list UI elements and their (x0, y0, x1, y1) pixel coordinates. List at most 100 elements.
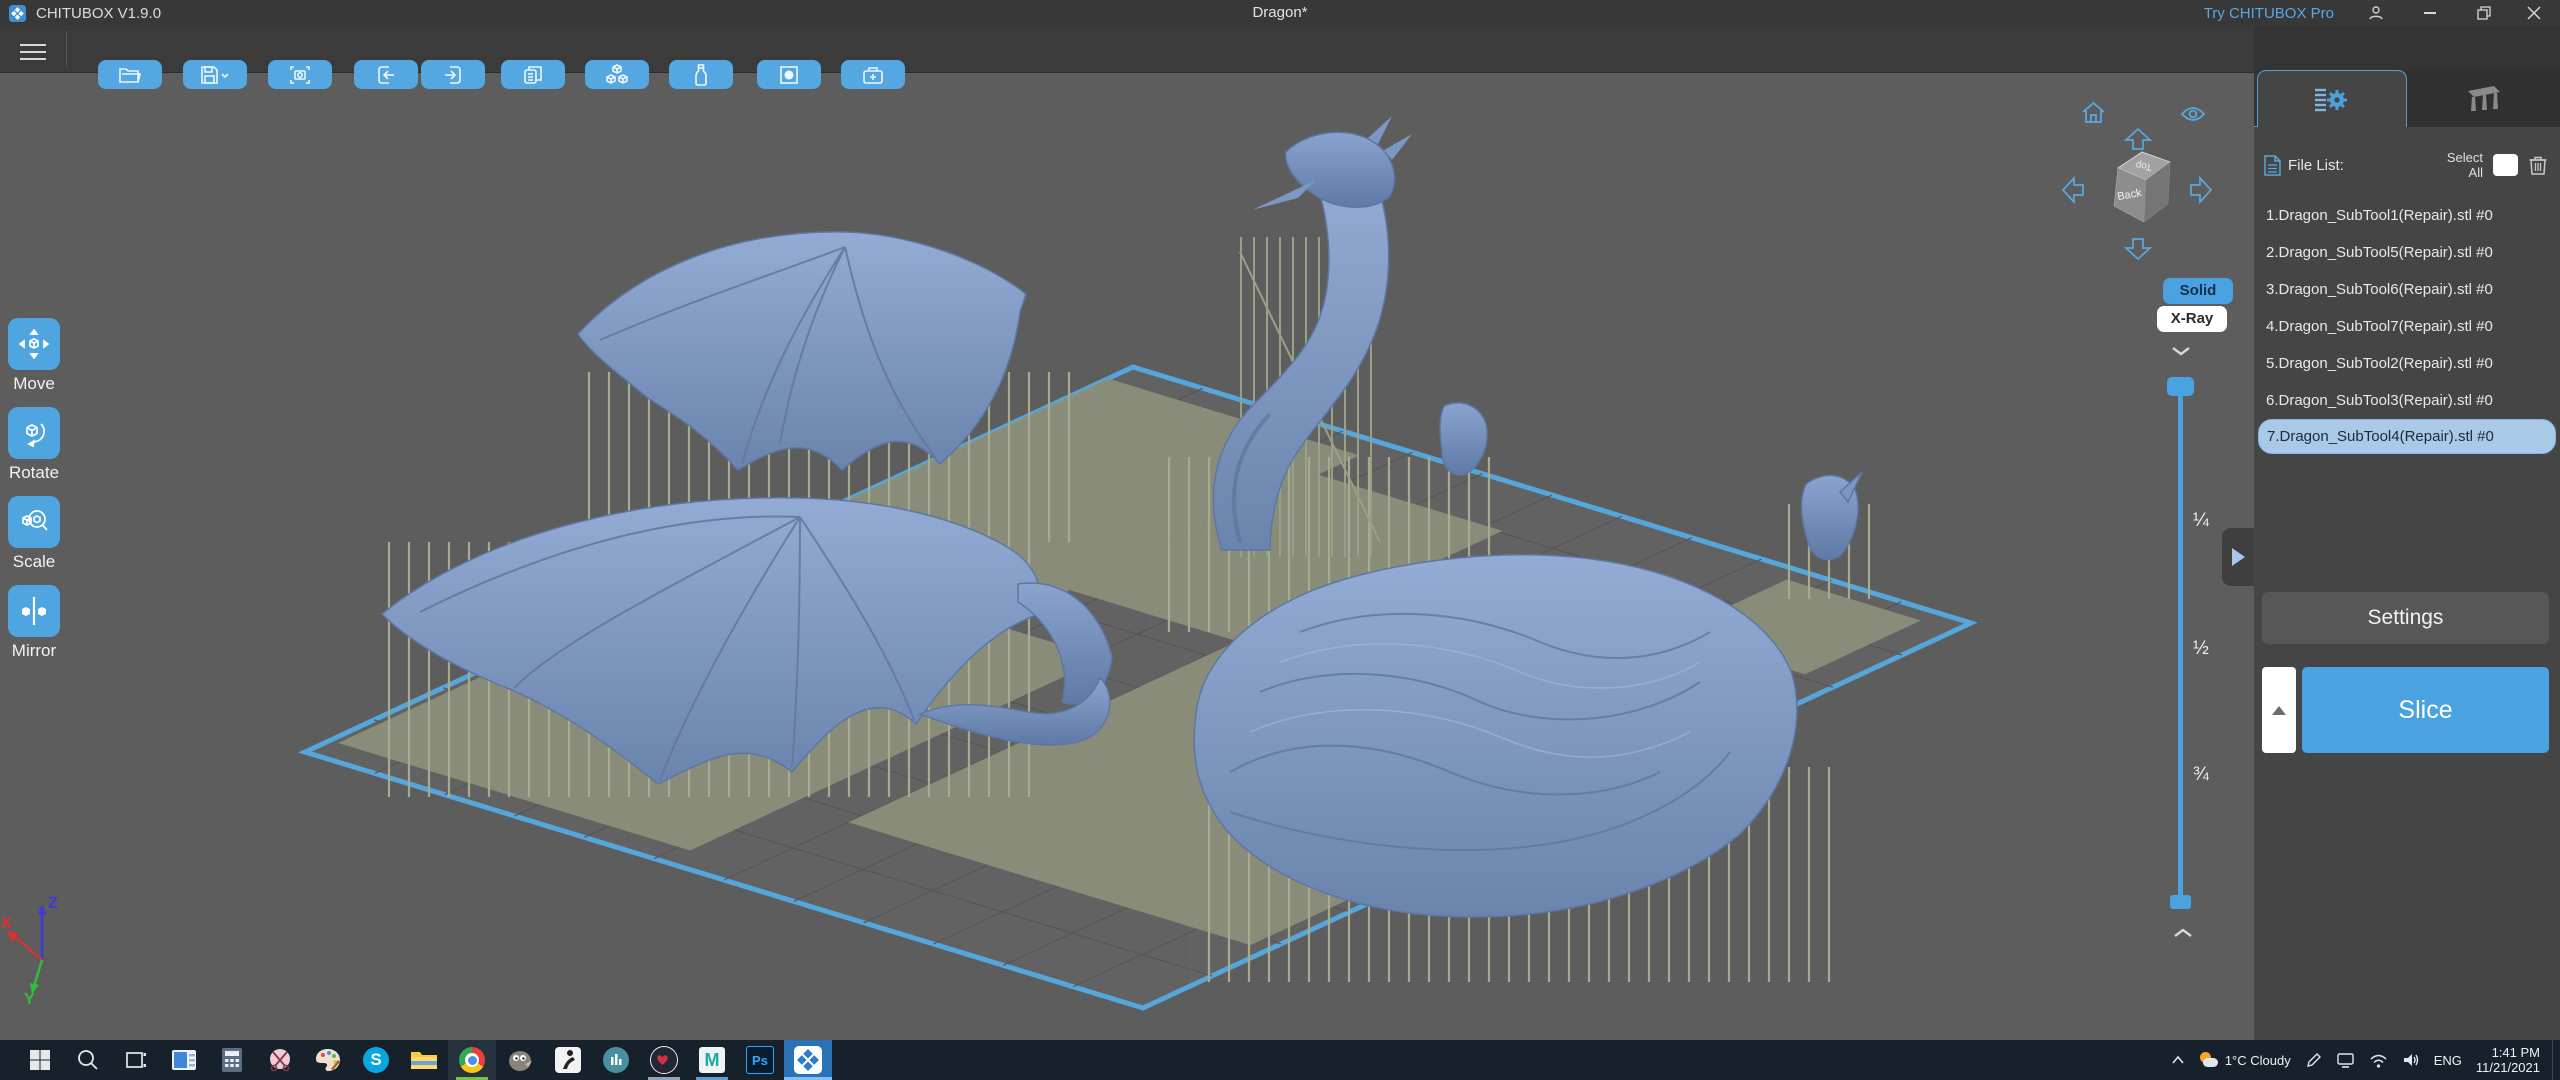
slider-step-up-button[interactable] (2172, 926, 2194, 944)
taskbar-maya-app[interactable]: M (688, 1040, 736, 1080)
tray-time-label: 1:41 PM (2491, 1045, 2540, 1060)
toolbar-export-button[interactable] (421, 60, 485, 89)
toolbar-arrange-button[interactable] (585, 60, 649, 89)
tray-clock[interactable]: 1:41 PM 11/21/2021 (2476, 1045, 2540, 1075)
home-icon (2082, 101, 2105, 123)
delete-files-button[interactable] (2528, 154, 2548, 176)
toolbar-import-button[interactable] (354, 60, 418, 89)
viewport-3d-scene[interactable] (0, 72, 2254, 1040)
tab-support[interactable] (2406, 71, 2560, 127)
tray-network-icon-button[interactable] (2336, 1052, 2355, 1068)
menu-button[interactable] (20, 39, 46, 60)
panel-collapse-button[interactable] (2222, 528, 2254, 586)
close-button[interactable] (2514, 0, 2554, 26)
restore-button[interactable] (2464, 0, 2504, 26)
taskbar-search-button[interactable] (64, 1040, 112, 1080)
minimize-icon (2424, 12, 2436, 14)
select-all-checkbox[interactable] (2493, 154, 2518, 176)
tab-file-settings[interactable] (2257, 70, 2407, 127)
rotate-tool-button[interactable] (8, 407, 60, 459)
tray-expand-button[interactable] (2171, 1055, 2185, 1065)
taskbar-gimp-app[interactable] (496, 1040, 544, 1080)
transform-toolbar: Move Rotate Scale Mirror (6, 318, 62, 674)
tray-language[interactable]: ENG (2434, 1053, 2462, 1068)
try-pro-link[interactable]: Try CHITUBOX Pro (2204, 5, 2334, 22)
arrow-in-icon (378, 65, 394, 84)
chitubox-taskbar-icon (794, 1046, 822, 1074)
toolbar-open-file-button[interactable] (98, 60, 162, 89)
taskbar-music-app[interactable] (592, 1040, 640, 1080)
titlebar: CHITUBOX V1.9.0 Dragon* Try CHITUBOX Pro (0, 0, 2560, 26)
taskbar-photoshop-app[interactable]: Ps (736, 1040, 784, 1080)
minimize-button[interactable] (2410, 0, 2450, 26)
toolbar-hole-button[interactable] (757, 60, 821, 89)
slice-button[interactable]: Slice (2302, 667, 2549, 753)
music-app-icon (603, 1047, 629, 1073)
tray-pen-icon-button[interactable] (2305, 1052, 2322, 1069)
taskbar-photos-app[interactable] (160, 1040, 208, 1080)
taskbar-calculator-app[interactable] (208, 1040, 256, 1080)
task-view-button[interactable] (112, 1040, 160, 1080)
rotate-view-right-button[interactable] (2188, 172, 2214, 213)
height-slider-track[interactable] (2178, 392, 2183, 902)
arrow-out-icon (445, 65, 461, 84)
taskbar-paint-app[interactable] (304, 1040, 352, 1080)
slice-options-button[interactable] (2262, 667, 2296, 753)
taskbar-medibang-app[interactable] (640, 1040, 688, 1080)
scale-tool-button[interactable] (8, 496, 60, 548)
taskbar-snipping-app[interactable] (256, 1040, 304, 1080)
search-icon (78, 1050, 98, 1070)
home-view-button[interactable] (2080, 100, 2107, 130)
chevron-right-icon (2231, 548, 2245, 566)
weather-text: 1°C Cloudy (2224, 1052, 2291, 1068)
taskbar-skype-app[interactable]: S (352, 1040, 400, 1080)
file-list-item[interactable]: 3.Dragon_SubTool6(Repair).stl #0 (2254, 271, 2560, 308)
calculator-icon (222, 1048, 242, 1072)
taskbar-chrome-app[interactable] (448, 1040, 496, 1080)
rotate-view-down-button[interactable] (2120, 236, 2156, 267)
wifi-icon (2370, 1054, 2387, 1068)
user-account-button[interactable] (2356, 0, 2396, 26)
maya-icon: M (699, 1047, 725, 1073)
start-button[interactable] (16, 1040, 64, 1080)
toolbar-snapshot-button[interactable] (268, 60, 332, 89)
view-cube-top-label: Top (2135, 159, 2153, 172)
toolbar-separator (66, 31, 67, 67)
mirror-tool-button[interactable] (8, 585, 60, 637)
move-tool-label: Move (13, 374, 55, 393)
move-tool-button[interactable] (8, 318, 60, 370)
file-list-item-selected[interactable]: 7.Dragon_SubTool4(Repair).stl #0 (2258, 419, 2556, 454)
tray-volume-icon-button[interactable] (2402, 1052, 2420, 1068)
tray-weather[interactable]: 1°C Cloudy (2199, 1051, 2291, 1069)
chitubox-logo-icon (9, 4, 26, 22)
eye-icon (2180, 107, 2206, 121)
photoshop-icon: Ps (746, 1046, 774, 1074)
file-list-item[interactable]: 2.Dragon_SubTool5(Repair).stl #0 (2254, 234, 2560, 271)
toolbar-toolbox-button[interactable] (841, 60, 905, 89)
slider-mark-three-quarter: ¾ (2193, 764, 2209, 785)
xray-mode-button[interactable]: X-Ray (2157, 306, 2227, 332)
file-list-item[interactable]: 5.Dragon_SubTool2(Repair).stl #0 (2254, 345, 2560, 382)
taskbar-zbrush-app[interactable] (544, 1040, 592, 1080)
taskbar-chitubox-app[interactable] (784, 1040, 832, 1080)
toolbar-resin-button[interactable] (669, 60, 733, 89)
document-title: Dragon* (1252, 4, 1308, 21)
rotate-view-left-button[interactable] (2060, 172, 2086, 213)
show-desktop-button[interactable] (2552, 1040, 2560, 1080)
solid-mode-button[interactable]: Solid (2163, 278, 2233, 304)
skype-icon: S (363, 1047, 389, 1073)
toolbar-copy-button[interactable] (501, 60, 565, 89)
slider-step-down-button[interactable] (2170, 344, 2192, 362)
settings-button[interactable]: Settings (2262, 592, 2549, 644)
rotate-tool-label: Rotate (8, 463, 60, 482)
gimp-icon (509, 1051, 532, 1071)
height-slider-bottom-handle[interactable] (2170, 895, 2191, 909)
perspective-toggle-button[interactable] (2180, 105, 2206, 128)
taskbar-file-explorer[interactable] (400, 1040, 448, 1080)
view-cube[interactable]: Top Back (2100, 146, 2180, 231)
file-list-item[interactable]: 6.Dragon_SubTool3(Repair).stl #0 (2254, 382, 2560, 419)
file-list-item[interactable]: 4.Dragon_SubTool7(Repair).stl #0 (2254, 308, 2560, 345)
toolbar-save-button[interactable] (183, 60, 247, 89)
tray-wifi-icon-button[interactable] (2369, 1053, 2388, 1068)
file-list-item[interactable]: 1.Dragon_SubTool1(Repair).stl #0 (2254, 197, 2560, 234)
